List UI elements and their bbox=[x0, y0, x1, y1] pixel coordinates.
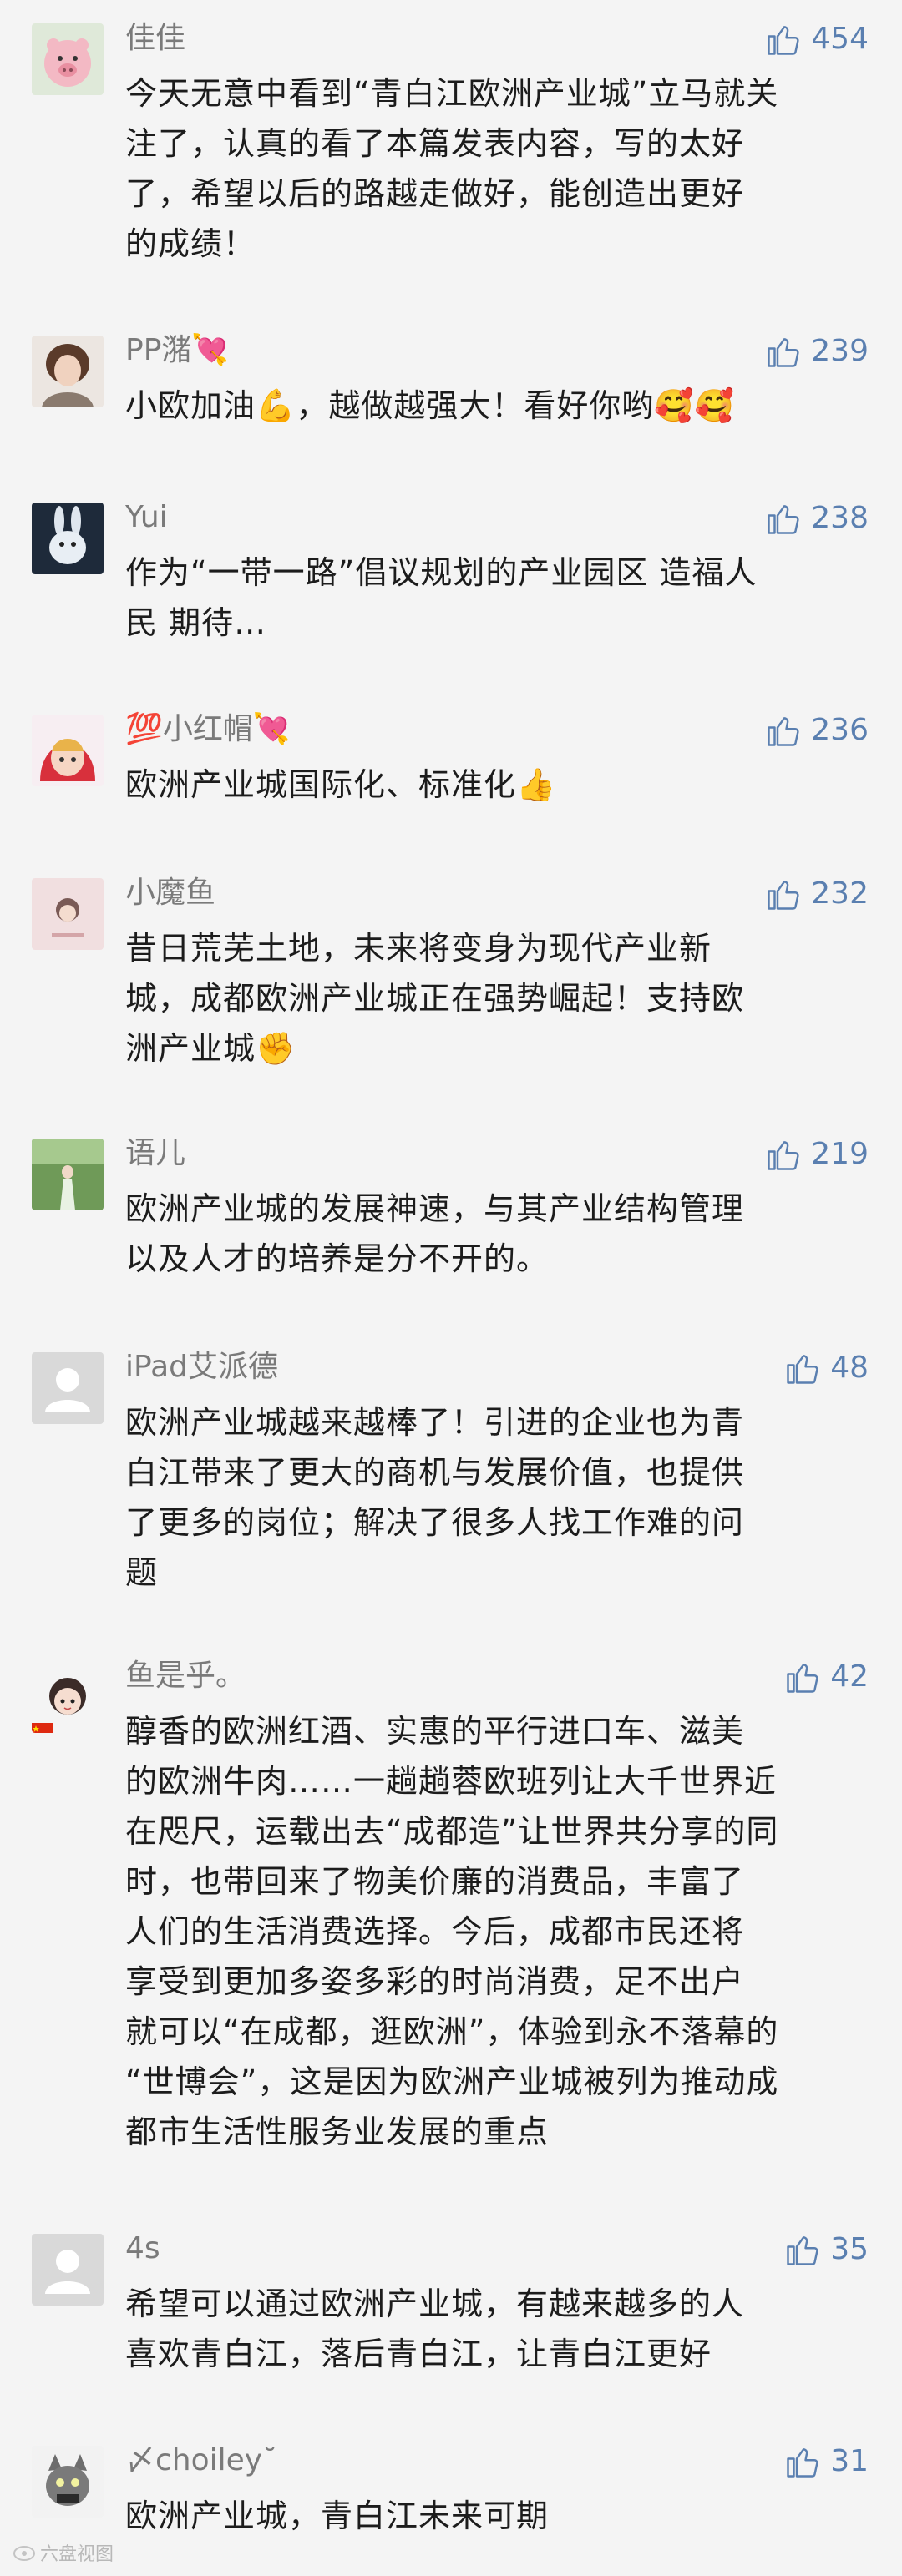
like-button[interactable]: 42 bbox=[785, 1658, 869, 1696]
thumbs-up-icon bbox=[768, 26, 799, 55]
comment-text: 欧洲产业城，青白江未来可期 bbox=[125, 2498, 550, 2534]
like-count: 238 bbox=[811, 501, 869, 535]
bunny-avatar-icon bbox=[32, 503, 104, 574]
avatar[interactable] bbox=[32, 23, 104, 95]
like-button[interactable]: 238 bbox=[766, 499, 869, 538]
girl-pink-avatar-icon bbox=[32, 878, 104, 950]
comment-list: 佳佳 454 今天无意中看到“青白江欧洲产业城”立马就关 注了，认真的看了本篇发… bbox=[0, 0, 902, 2576]
like-button[interactable]: 31 bbox=[785, 2442, 869, 2481]
comment-text: 小欧加油💪，越做越强大！看好你哟🥰🥰 bbox=[125, 387, 735, 424]
avatar[interactable] bbox=[32, 1139, 104, 1210]
weibo-eye-icon bbox=[13, 2546, 35, 2561]
avatar[interactable] bbox=[32, 1352, 104, 1424]
comment-text: 今天无意中看到“青白江欧洲产业城”立马就关 注了，认真的看了本篇发表内容，写的太… bbox=[125, 75, 779, 262]
default-avatar-icon bbox=[32, 1352, 104, 1424]
woman-avatar-icon bbox=[32, 336, 104, 407]
thumbs-up-icon bbox=[787, 2236, 818, 2265]
comment-text: 作为“一带一路”倡议规划的产业园区 造福人 民 期待… bbox=[125, 554, 758, 641]
avatar[interactable] bbox=[32, 1661, 104, 1733]
username[interactable]: 〆choiley˘ bbox=[125, 2441, 277, 2481]
default-avatar-icon bbox=[32, 2234, 104, 2306]
like-count: 236 bbox=[811, 713, 869, 747]
like-count: 232 bbox=[811, 876, 869, 911]
like-count: 454 bbox=[811, 22, 869, 56]
username[interactable]: 语儿 bbox=[125, 1134, 185, 1174]
red-hood-avatar-icon bbox=[32, 715, 104, 786]
comment-text: 希望可以通过欧洲产业城，有越来越多的人 喜欢青白江，落后青白江，让青白江更好 bbox=[125, 2286, 745, 2372]
username[interactable]: 小魔鱼 bbox=[125, 873, 215, 913]
china-flag-icon bbox=[32, 1723, 53, 1733]
thumbs-up-icon bbox=[768, 1141, 799, 1170]
thumbs-up-icon bbox=[768, 717, 799, 746]
avatar[interactable] bbox=[32, 336, 104, 407]
like-button[interactable]: 35 bbox=[785, 2230, 869, 2269]
like-count: 31 bbox=[830, 2444, 869, 2478]
cat-avatar-icon bbox=[32, 2446, 104, 2518]
thumbs-up-icon bbox=[768, 881, 799, 910]
thumbs-up-icon bbox=[787, 1355, 818, 1384]
like-count: 239 bbox=[811, 334, 869, 368]
username[interactable]: 佳佳 bbox=[125, 18, 185, 58]
like-button[interactable]: 48 bbox=[785, 1349, 869, 1387]
green-field-avatar-icon bbox=[32, 1139, 104, 1210]
like-button[interactable]: 219 bbox=[766, 1135, 869, 1174]
like-button[interactable]: 454 bbox=[766, 20, 869, 58]
avatar[interactable] bbox=[32, 715, 104, 786]
like-count: 42 bbox=[830, 1659, 869, 1694]
like-count: 219 bbox=[811, 1137, 869, 1171]
comment-text: 欧洲产业城越来越棒了！引进的企业也为青 白江带来了更大的商机与发展价值，也提供 … bbox=[125, 1404, 745, 1591]
thumbs-up-icon bbox=[787, 2448, 818, 2478]
like-button[interactable]: 239 bbox=[766, 332, 869, 371]
watermark-text: 六盘视图 bbox=[40, 2544, 114, 2565]
thumbs-up-icon bbox=[768, 338, 799, 367]
comment-text: 昔日荒芜土地，未来将变身为现代产业新 城，成都欧洲产业城正在强势崛起！支持欧 洲… bbox=[125, 930, 745, 1067]
avatar[interactable] bbox=[32, 2234, 104, 2306]
thumbs-up-icon bbox=[768, 505, 799, 534]
username[interactable]: iPad艾派德 bbox=[125, 1347, 278, 1387]
watermark: 六盘视图 bbox=[12, 2539, 114, 2566]
username[interactable]: 💯小红帽💘 bbox=[125, 710, 291, 750]
username[interactable]: 鱼是乎。 bbox=[125, 1656, 246, 1696]
like-count: 35 bbox=[830, 2232, 869, 2266]
avatar[interactable] bbox=[32, 503, 104, 574]
like-button[interactable]: 236 bbox=[766, 711, 869, 750]
like-count: 48 bbox=[830, 1351, 869, 1385]
thumbs-up-icon bbox=[787, 1664, 818, 1693]
like-button[interactable]: 232 bbox=[766, 875, 869, 913]
comment-text: 欧洲产业城国际化、标准化👍 bbox=[125, 766, 557, 803]
avatar[interactable] bbox=[32, 878, 104, 950]
username[interactable]: 4s bbox=[125, 2229, 160, 2269]
username[interactable]: Yui bbox=[125, 498, 168, 538]
avatar[interactable] bbox=[32, 2446, 104, 2518]
pig-avatar-icon bbox=[32, 23, 104, 95]
comment-text: 醇香的欧洲红酒、实惠的平行进口车、滋美 的欧洲牛肉……一趟趟蓉欧班列让大千世界近… bbox=[125, 1713, 779, 2150]
comment-text: 欧洲产业城的发展神速，与其产业结构管理 以及人才的培养是分不开的。 bbox=[125, 1190, 745, 1277]
username[interactable]: PP潴💘 bbox=[125, 331, 229, 371]
